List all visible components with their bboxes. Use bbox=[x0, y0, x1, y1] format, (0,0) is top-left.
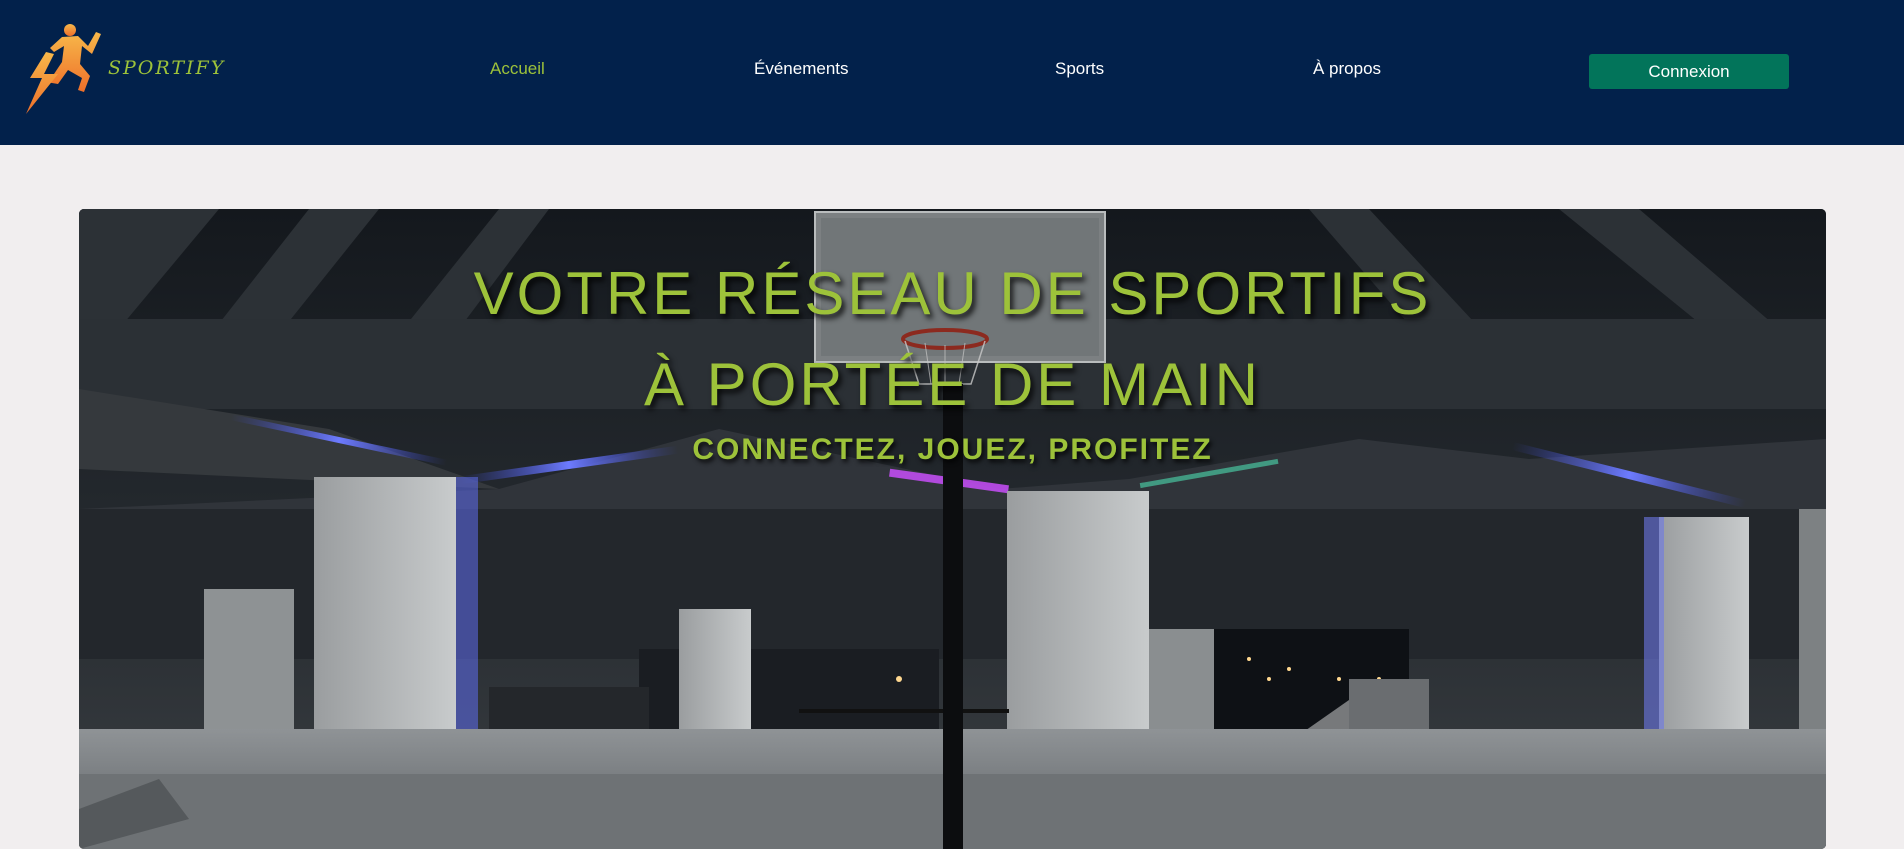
login-button[interactable]: Connexion bbox=[1589, 54, 1789, 89]
hero-title-line1: VOTRE RÉSEAU DE SPORTIFS bbox=[473, 260, 1432, 327]
runner-lightning-icon bbox=[26, 24, 101, 114]
nav-home[interactable]: Accueil bbox=[490, 59, 545, 79]
nav-events[interactable]: Événements bbox=[754, 59, 849, 79]
site-header: SPORTIFY Accueil Événements Sports À pro… bbox=[0, 0, 1904, 145]
hero-title-line2: À PORTÉE DE MAIN bbox=[643, 351, 1261, 418]
hero-banner: VOTRE RÉSEAU DE SPORTIFS À PORTÉE DE MAI… bbox=[79, 209, 1826, 849]
logo-text: SPORTIFY bbox=[108, 57, 226, 79]
nav-sports[interactable]: Sports bbox=[1055, 59, 1104, 79]
nav-about[interactable]: À propos bbox=[1313, 59, 1381, 79]
hero-subtitle: CONNECTEZ, JOUEZ, PROFITEZ bbox=[692, 433, 1213, 466]
sportify-logo[interactable]: SPORTIFY bbox=[24, 22, 223, 118]
